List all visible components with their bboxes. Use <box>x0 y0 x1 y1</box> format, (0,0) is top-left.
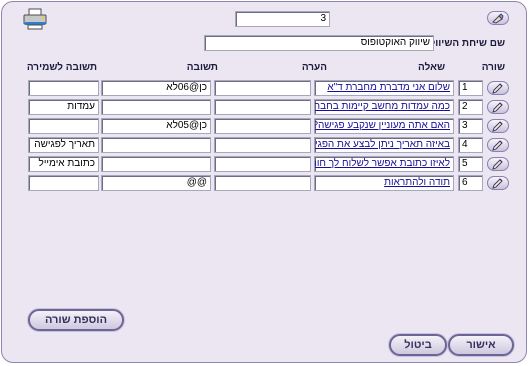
answer-to-save-cell[interactable] <box>28 118 99 134</box>
eraser-pencil-icon <box>492 12 504 23</box>
row-number-cell[interactable]: 6 <box>458 175 483 191</box>
comment-cell[interactable] <box>214 156 311 172</box>
column-header-question: שאלה <box>418 62 445 73</box>
comment-cell[interactable] <box>214 137 311 153</box>
question-cell[interactable]: לאיזו כתובת אפשר לשלוח לך חומר? <box>314 156 454 172</box>
column-header-comment: הערה <box>301 62 327 73</box>
print-button[interactable] <box>22 8 48 30</box>
pencil-icon <box>492 101 503 113</box>
row-number-cell[interactable]: 2 <box>458 99 483 115</box>
row-number-cell[interactable]: 1 <box>458 80 483 96</box>
row-number-cell[interactable]: 5 <box>458 156 483 172</box>
answer-cell[interactable]: כן@05לא <box>101 118 211 134</box>
column-header-answer: תשובה <box>186 62 218 73</box>
answer-to-save-cell[interactable] <box>28 80 99 96</box>
empty-comment-field[interactable] <box>214 175 311 191</box>
campaign-name-label: שם שיחת השיווק <box>428 38 505 49</box>
question-cell[interactable]: האם אתה מעוניין שנקבע פגישה? <box>314 118 454 134</box>
column-header-answer-to-save: תשובה לשמירה <box>26 62 97 73</box>
add-row-button[interactable]: הוספת שורה <box>28 309 124 331</box>
printer-icon <box>23 8 47 30</box>
pencil-icon <box>492 177 503 189</box>
answer-to-save-cell[interactable]: עמדות <box>28 99 99 115</box>
question-cell[interactable]: תודה ולהתראות <box>314 175 454 191</box>
answer-cell[interactable]: @@ <box>101 175 211 191</box>
answer-to-save-cell[interactable]: תאריך לפגישה <box>28 137 99 153</box>
row-edit-button[interactable] <box>487 176 509 190</box>
question-cell[interactable]: באיזה תאריך ניתן לבצע את הפגישה? <box>314 137 454 153</box>
column-header-row: שורה <box>481 62 505 73</box>
empty-save-field[interactable] <box>28 175 99 191</box>
cancel-button[interactable]: ביטול <box>389 334 447 356</box>
campaign-name-input[interactable]: שיווק האוקטופוס <box>204 35 434 51</box>
pencil-icon <box>492 139 503 151</box>
answer-to-save-cell[interactable]: כתובת אימייל <box>28 156 99 172</box>
answer-cell[interactable]: כן@06לא <box>101 80 211 96</box>
row-number-field[interactable]: 3 <box>235 11 330 27</box>
pencil-icon <box>492 158 503 170</box>
question-cell[interactable]: שלום אני מדברת מחברת ד"א <box>314 80 454 96</box>
comment-cell[interactable] <box>214 99 311 115</box>
header-edit-button[interactable] <box>487 11 509 25</box>
question-cell[interactable]: כמה עמדות מחשב קיימות בחברתך? <box>314 99 454 115</box>
row-number-cell[interactable]: 4 <box>458 137 483 153</box>
row-edit-button[interactable] <box>487 119 509 133</box>
pencil-icon <box>492 120 503 132</box>
row-edit-button[interactable] <box>487 100 509 114</box>
comment-cell[interactable] <box>214 80 311 96</box>
confirm-button[interactable]: אישור <box>448 334 514 356</box>
row-number-cell[interactable]: 3 <box>458 118 483 134</box>
comment-cell[interactable] <box>214 118 311 134</box>
pencil-icon <box>492 82 503 94</box>
answer-cell[interactable] <box>101 99 211 115</box>
answer-cell[interactable] <box>101 137 211 153</box>
row-edit-button[interactable] <box>487 81 509 95</box>
row-edit-button[interactable] <box>487 157 509 171</box>
answer-cell[interactable] <box>101 156 211 172</box>
row-edit-button[interactable] <box>487 138 509 152</box>
